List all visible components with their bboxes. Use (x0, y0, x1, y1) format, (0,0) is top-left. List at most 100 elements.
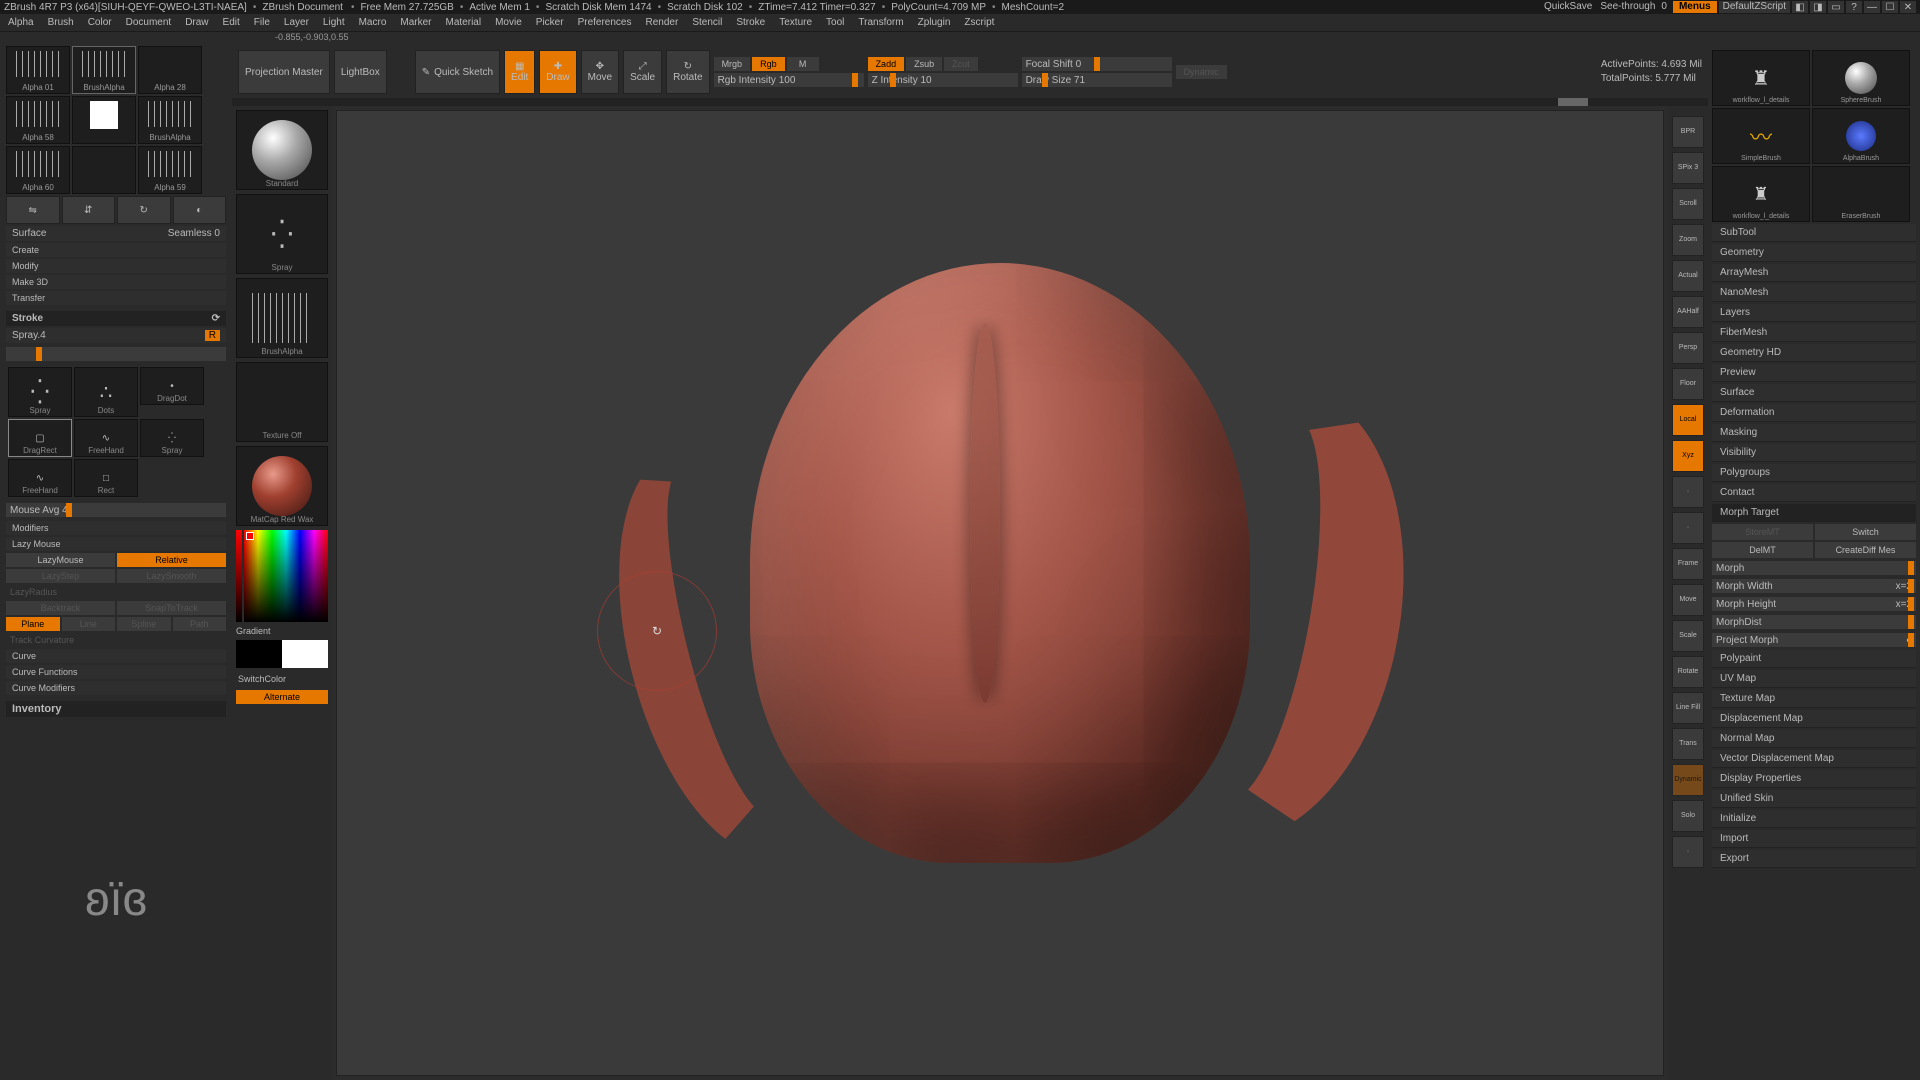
stroke-selector[interactable]: ⁛Spray (236, 194, 328, 274)
alpha-thumb[interactable]: Alpha 60 (6, 146, 70, 194)
stroke-spray2[interactable]: ⁛Spray (140, 419, 204, 457)
mouse-avg-slider[interactable]: Mouse Avg 4 (6, 503, 226, 517)
3d-viewport[interactable] (336, 110, 1664, 1076)
morph-dist-slider[interactable]: MorphDist (1712, 615, 1916, 629)
default-zscript-button[interactable]: DefaultZScript (1719, 1, 1790, 13)
menu-preferences[interactable]: Preferences (578, 17, 632, 28)
help-button[interactable]: ? (1846, 1, 1862, 13)
brush-selector[interactable]: Standard (236, 110, 328, 190)
menu-tool[interactable]: Tool (826, 17, 844, 28)
contact-section[interactable]: Contact (1712, 484, 1916, 502)
polygroups-section[interactable]: Polygroups (1712, 464, 1916, 482)
lazymouse-button[interactable]: LazyMouse (6, 553, 115, 567)
switch-button[interactable]: Switch (1815, 524, 1916, 540)
delmt-button[interactable]: DelMT (1712, 542, 1813, 558)
menu-document[interactable]: Document (126, 17, 172, 28)
menu-stencil[interactable]: Stencil (692, 17, 722, 28)
rgb-toggle[interactable]: Rgb (752, 57, 785, 71)
draw-button[interactable]: ✚Draw (539, 50, 576, 94)
displayprops-section[interactable]: Display Properties (1712, 770, 1916, 788)
surface-label[interactable]: Surface (12, 228, 46, 239)
projection-master-button[interactable]: Projection Master (238, 50, 330, 94)
window-button[interactable]: ▭ (1828, 1, 1844, 13)
menu-draw[interactable]: Draw (185, 17, 208, 28)
unifiedskin-section[interactable]: Unified Skin (1712, 790, 1916, 808)
stroke-rect[interactable]: □Rect (74, 459, 138, 497)
tool-eraser[interactable]: EraserBrush (1812, 166, 1910, 222)
modify-item[interactable]: Modify (6, 259, 226, 273)
preview-section[interactable]: Preview (1712, 364, 1916, 382)
floor-button[interactable]: Floor (1672, 368, 1704, 400)
menu-picker[interactable]: Picker (536, 17, 564, 28)
m-toggle[interactable]: M (787, 57, 819, 71)
xyz-button[interactable]: Xyz (1672, 440, 1704, 472)
normalmap-section[interactable]: Normal Map (1712, 730, 1916, 748)
project-morph-slider[interactable]: Project Morph● (1712, 633, 1916, 647)
spix-button[interactable]: SPix 3 (1672, 152, 1704, 184)
alpha-thumb[interactable]: Alpha 58 (6, 96, 70, 144)
rgb-intensity-slider[interactable]: Rgb Intensity 100 (714, 73, 864, 87)
extra-button[interactable]: · (1672, 836, 1704, 868)
stroke-header[interactable]: Stroke⟳ (6, 311, 226, 326)
curve-functions-header[interactable]: Curve Functions (6, 665, 226, 679)
zoom-button[interactable]: Zoom (1672, 224, 1704, 256)
move-button[interactable]: ✥Move (581, 50, 619, 94)
tool-sphere[interactable]: SphereBrush (1812, 50, 1910, 106)
displacement-section[interactable]: Displacement Map (1712, 710, 1916, 728)
main-color[interactable] (236, 640, 282, 668)
rotate-nav-button[interactable]: Rotate (1672, 656, 1704, 688)
quicksave-button[interactable]: QuickSave (1538, 1, 1598, 13)
masking-section[interactable]: Masking (1712, 424, 1916, 442)
texture-selector[interactable]: Texture Off (236, 362, 328, 442)
subtool-section[interactable]: SubTool (1712, 224, 1916, 242)
menus-button[interactable]: Menus (1673, 1, 1717, 13)
actual-button[interactable]: Actual (1672, 260, 1704, 292)
menu-transform[interactable]: Transform (858, 17, 903, 28)
alpha-thumb[interactable]: Alpha 01 (6, 46, 70, 94)
visibility-section[interactable]: Visibility (1712, 444, 1916, 462)
scale-nav-button[interactable]: Scale (1672, 620, 1704, 652)
import-section[interactable]: Import (1712, 830, 1916, 848)
collapse-icon[interactable]: ⟳ (212, 313, 220, 324)
stroke-dragrect[interactable]: ▢DragRect (8, 419, 72, 457)
mrgb-toggle[interactable]: Mrgb (714, 57, 751, 71)
trans-button[interactable]: Trans (1672, 728, 1704, 760)
alternate-button[interactable]: Alternate (236, 690, 328, 704)
edit-button[interactable]: ▦Edit (504, 50, 535, 94)
geometryhd-section[interactable]: Geometry HD (1712, 344, 1916, 362)
rotate-button[interactable]: ↻Rotate (666, 50, 709, 94)
dynamic-button[interactable]: Dynamic (1672, 764, 1704, 796)
morph-slider[interactable]: Morph (1712, 561, 1916, 575)
make3d-item[interactable]: Make 3D (6, 275, 226, 289)
color-picker[interactable] (244, 530, 328, 622)
texturemap-section[interactable]: Texture Map (1712, 690, 1916, 708)
frame-button[interactable]: Frame (1672, 548, 1704, 580)
dynamic-toggle[interactable]: Dynamic (1176, 65, 1227, 79)
r-toggle[interactable]: R (205, 330, 220, 341)
menu-color[interactable]: Color (88, 17, 112, 28)
aahalf-button[interactable]: AAHalf (1672, 296, 1704, 328)
solo-button[interactable]: Solo (1672, 800, 1704, 832)
stroke-dots[interactable]: ∴Dots (74, 367, 138, 417)
morph-target-header[interactable]: Morph Target (1712, 504, 1916, 522)
uvmap-section[interactable]: UV Map (1712, 670, 1916, 688)
transfer-item[interactable]: Transfer (6, 291, 226, 305)
create-item[interactable]: Create (6, 243, 226, 257)
export-section[interactable]: Export (1712, 850, 1916, 868)
persp-button[interactable]: Persp (1672, 332, 1704, 364)
geometry-section[interactable]: Geometry (1712, 244, 1916, 262)
creatediff-button[interactable]: CreateDiff Mes (1815, 542, 1916, 558)
nanomesh-section[interactable]: NanoMesh (1712, 284, 1916, 302)
curve-header[interactable]: Curve (6, 649, 226, 663)
alpha-thumb[interactable]: Alpha 59 (138, 146, 202, 194)
menu-file[interactable]: File (254, 17, 270, 28)
deformation-section[interactable]: Deformation (1712, 404, 1916, 422)
menu-texture[interactable]: Texture (779, 17, 812, 28)
vectordisp-section[interactable]: Vector Displacement Map (1712, 750, 1916, 768)
menu-marker[interactable]: Marker (400, 17, 431, 28)
zadd-toggle[interactable]: Zadd (868, 57, 905, 71)
secondary-color[interactable] (282, 640, 328, 668)
close-button[interactable]: ✕ (1900, 1, 1916, 13)
alpha-thumb[interactable] (72, 96, 136, 144)
polypaint-section[interactable]: Polypaint (1712, 650, 1916, 668)
